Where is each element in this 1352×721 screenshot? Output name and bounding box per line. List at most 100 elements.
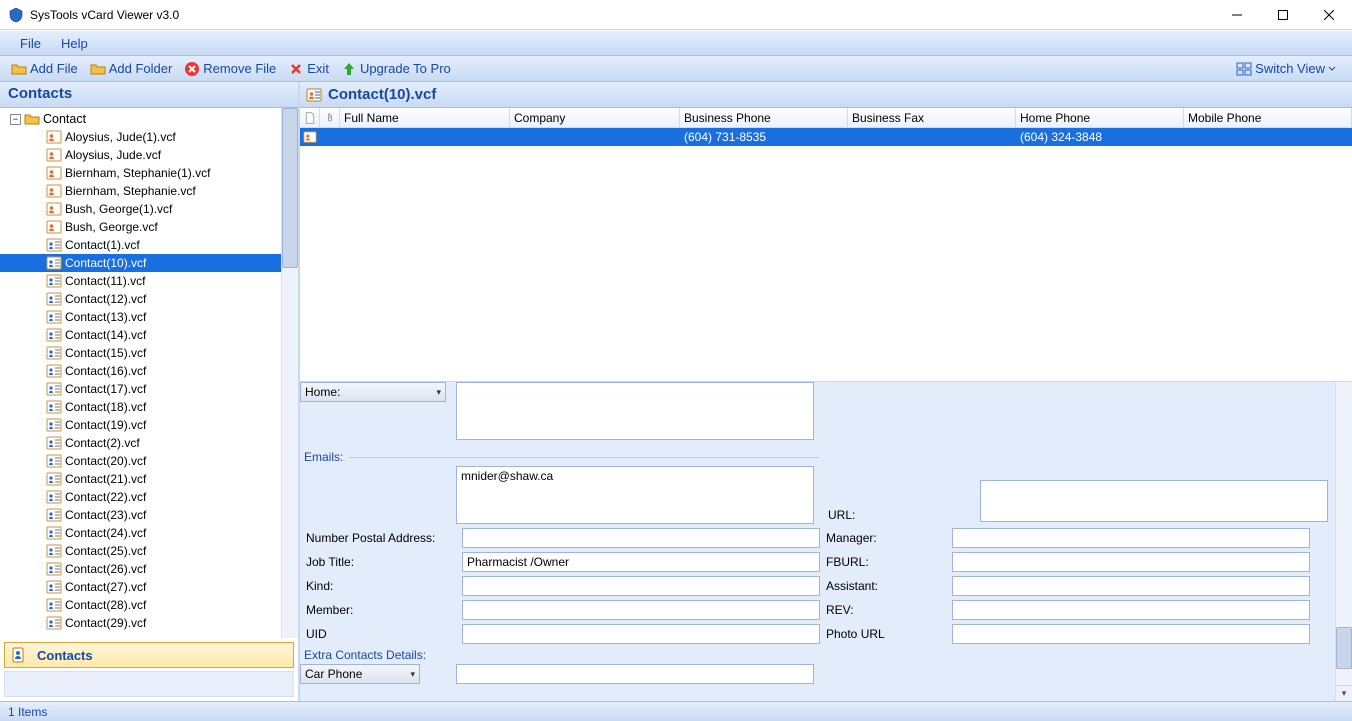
manager-input[interactable] <box>952 528 1310 548</box>
tree-item[interactable]: Contact(15).vcf <box>0 344 281 362</box>
table-col-header[interactable] <box>300 108 320 127</box>
tree-item[interactable]: Contact(14).vcf <box>0 326 281 344</box>
add-file-button[interactable]: Add File <box>6 58 83 80</box>
tree-item[interactable]: Biernham, Stephanie(1).vcf <box>0 164 281 182</box>
car-phone-label: Car Phone <box>305 667 362 681</box>
tree-item-label: Contact(26).vcf <box>65 562 146 576</box>
uid-label: UID <box>306 627 456 641</box>
fburl-input[interactable] <box>952 552 1310 572</box>
vcard-icon <box>46 417 62 433</box>
tree-item-label: Contact(23).vcf <box>65 508 146 522</box>
tree-item[interactable]: Contact(11).vcf <box>0 272 281 290</box>
tree-item[interactable]: Contact(29).vcf <box>0 614 281 632</box>
right-panel: Contact(10).vcf Full NameCompanyBusiness… <box>299 82 1352 701</box>
tree-item[interactable]: Bush, George(1).vcf <box>0 200 281 218</box>
details-scrollbar[interactable]: ▾ <box>1335 382 1352 701</box>
emails-textarea[interactable] <box>456 466 814 524</box>
vcard-icon <box>46 291 62 307</box>
job-title-input[interactable] <box>462 552 820 572</box>
nav-contacts-card[interactable]: Contacts <box>4 642 294 668</box>
tree-item[interactable]: Contact(20).vcf <box>0 452 281 470</box>
table-col-header[interactable]: Full Name <box>340 108 510 127</box>
vcard-icon <box>46 327 62 343</box>
tree-item[interactable]: Contact(25).vcf <box>0 542 281 560</box>
table-col-header[interactable]: Mobile Phone <box>1184 108 1352 127</box>
tree-item-label: Contact(11).vcf <box>65 274 145 288</box>
tree-item[interactable]: Contact(27).vcf <box>0 578 281 596</box>
tree-item[interactable]: Contact(1).vcf <box>0 236 281 254</box>
car-phone-input[interactable] <box>456 664 814 684</box>
tree-item[interactable]: Contact(16).vcf <box>0 362 281 380</box>
tree-item[interactable]: Contact(10).vcf <box>0 254 281 272</box>
vcard-icon <box>46 345 62 361</box>
photo-url-input[interactable] <box>952 624 1310 644</box>
tree-item[interactable]: Contact(21).vcf <box>0 470 281 488</box>
remove-file-button[interactable]: Remove File <box>179 58 281 80</box>
rev-label: REV: <box>826 603 946 617</box>
close-button[interactable] <box>1306 0 1352 30</box>
toolbar: Add File Add Folder Remove File Exit Upg… <box>0 56 1352 82</box>
table-row[interactable]: (604) 731-8535(604) 324-3848 <box>300 128 1352 146</box>
url-textarea[interactable] <box>980 480 1328 522</box>
maximize-button[interactable] <box>1260 0 1306 30</box>
switch-view-button[interactable]: Switch View <box>1231 58 1344 80</box>
tree-item[interactable]: Contact(24).vcf <box>0 524 281 542</box>
tree-item[interactable]: Biernham, Stephanie.vcf <box>0 182 281 200</box>
tree-item[interactable]: Contact(12).vcf <box>0 290 281 308</box>
minimize-button[interactable] <box>1214 0 1260 30</box>
vcard-icon <box>46 165 62 181</box>
menu-file[interactable]: File <box>10 34 51 53</box>
tree-item[interactable]: Aloysius, Jude(1).vcf <box>0 128 281 146</box>
tree-item[interactable]: Contact(22).vcf <box>0 488 281 506</box>
tree-item-label: Contact(22).vcf <box>65 490 146 504</box>
assistant-input[interactable] <box>952 576 1310 596</box>
assistant-label: Assistant: <box>826 579 946 593</box>
tree-expander-icon[interactable]: − <box>10 114 21 125</box>
rev-input[interactable] <box>952 600 1310 620</box>
kind-input[interactable] <box>462 576 820 596</box>
details-area: Home: ▾ Emails: URL: <box>300 381 1352 701</box>
tree-root[interactable]: −Contact <box>0 110 281 128</box>
upgrade-button[interactable]: Upgrade To Pro <box>336 58 456 80</box>
tree-item-label: Contact(21).vcf <box>65 472 146 486</box>
tree-item[interactable]: Contact(28).vcf <box>0 596 281 614</box>
tree-item[interactable]: Contact(26).vcf <box>0 560 281 578</box>
manager-label: Manager: <box>826 531 946 545</box>
member-input[interactable] <box>462 600 820 620</box>
tree-item-label: Contact(27).vcf <box>65 580 146 594</box>
exit-button[interactable]: Exit <box>283 58 334 80</box>
tree-item[interactable]: Contact(23).vcf <box>0 506 281 524</box>
tree-scrollbar[interactable] <box>281 108 298 638</box>
table-cell <box>300 130 320 144</box>
table-col-header[interactable]: Business Phone <box>680 108 848 127</box>
home-textarea[interactable] <box>456 382 814 440</box>
num-postal-label: Number Postal Address: <box>306 531 456 545</box>
contacts-tree[interactable]: −ContactAloysius, Jude(1).vcfAloysius, J… <box>0 108 281 638</box>
home-dropdown-label: Home: <box>305 385 340 399</box>
tree-item[interactable]: Contact(17).vcf <box>0 380 281 398</box>
table-col-header[interactable]: Company <box>510 108 680 127</box>
tree-item[interactable]: Contact(19).vcf <box>0 416 281 434</box>
tree-item[interactable]: Contact(13).vcf <box>0 308 281 326</box>
num-postal-input[interactable] <box>462 528 820 548</box>
folder-icon <box>90 61 106 77</box>
vcard-icon <box>46 525 62 541</box>
tree-item[interactable]: Contact(2).vcf <box>0 434 281 452</box>
home-dropdown[interactable]: Home: ▾ <box>300 382 446 402</box>
tree-item[interactable]: Aloysius, Jude.vcf <box>0 146 281 164</box>
table-col-header[interactable] <box>320 108 340 127</box>
tree-item-label: Contact(29).vcf <box>65 616 146 630</box>
tree-item[interactable]: Contact(18).vcf <box>0 398 281 416</box>
tree-item-label: Contact(24).vcf <box>65 526 146 540</box>
table-col-header[interactable]: Business Fax <box>848 108 1016 127</box>
upgrade-icon <box>341 61 357 77</box>
app-icon <box>8 7 24 23</box>
table-col-header[interactable]: Home Phone <box>1016 108 1184 127</box>
add-folder-button[interactable]: Add Folder <box>85 58 178 80</box>
menu-help[interactable]: Help <box>51 34 98 53</box>
car-phone-dropdown[interactable]: Car Phone ▾ <box>300 664 420 684</box>
tree-item[interactable]: Bush, George.vcf <box>0 218 281 236</box>
exit-label: Exit <box>307 61 329 76</box>
tree-item-label: Contact(10).vcf <box>65 256 146 270</box>
uid-input[interactable] <box>462 624 820 644</box>
